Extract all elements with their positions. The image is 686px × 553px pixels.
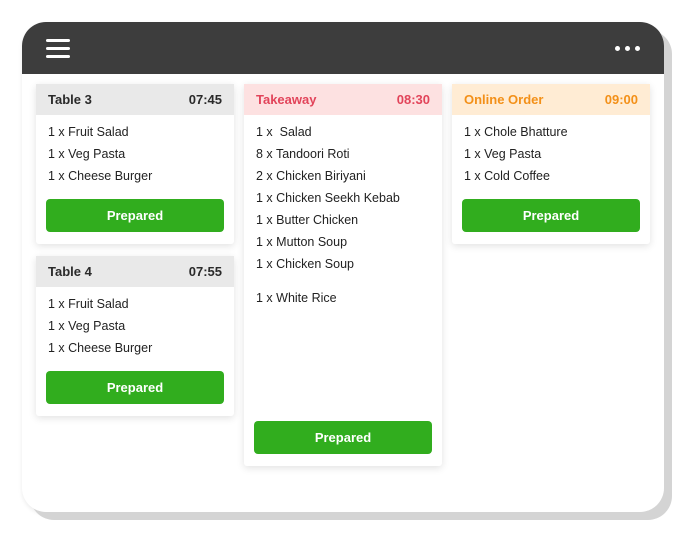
prepared-button[interactable]: Prepared	[254, 421, 432, 454]
column-1: Table 3 07:45 1 x Fruit Salad 1 x Veg Pa…	[36, 84, 234, 416]
list-item: 1 x Chole Bhatture	[464, 125, 638, 139]
list-item: 1 x Fruit Salad	[48, 297, 222, 311]
order-items: 1 x Fruit Salad 1 x Veg Pasta 1 x Cheese…	[36, 115, 234, 191]
prepared-button[interactable]: Prepared	[46, 199, 224, 232]
list-item: 1 x Chicken Soup	[256, 257, 430, 271]
order-card-table4: Table 4 07:55 1 x Fruit Salad 1 x Veg Pa…	[36, 256, 234, 416]
prepared-button[interactable]: Prepared	[462, 199, 640, 232]
order-title: Table 4	[48, 264, 92, 279]
order-items: 1 x Chole Bhatture 1 x Veg Pasta 1 x Col…	[452, 115, 650, 191]
order-title: Takeaway	[256, 92, 316, 107]
column-2: Takeaway 08:30 1 x Salad 8 x Tandoori Ro…	[244, 84, 442, 466]
top-bar	[22, 22, 664, 74]
list-item: 1 x White Rice	[256, 291, 430, 305]
order-card-online: Online Order 09:00 1 x Chole Bhatture 1 …	[452, 84, 650, 244]
list-item: 1 x Veg Pasta	[48, 319, 222, 333]
column-3: Online Order 09:00 1 x Chole Bhatture 1 …	[452, 84, 650, 244]
order-items: 1 x Fruit Salad 1 x Veg Pasta 1 x Cheese…	[36, 287, 234, 363]
list-item: 8 x Tandoori Roti	[256, 147, 430, 161]
order-time: 07:55	[189, 264, 222, 279]
order-title: Table 3	[48, 92, 92, 107]
list-item: 1 x Cheese Burger	[48, 169, 222, 183]
prepared-button[interactable]: Prepared	[46, 371, 224, 404]
orders-board: Table 3 07:45 1 x Fruit Salad 1 x Veg Pa…	[22, 74, 664, 476]
order-time: 07:45	[189, 92, 222, 107]
list-item: 2 x Chicken Biriyani	[256, 169, 430, 183]
list-item: 1 x Butter Chicken	[256, 213, 430, 227]
order-title: Online Order	[464, 92, 543, 107]
order-card-table3: Table 3 07:45 1 x Fruit Salad 1 x Veg Pa…	[36, 84, 234, 244]
list-item: 1 x Mutton Soup	[256, 235, 430, 249]
order-time: 09:00	[605, 92, 638, 107]
order-items: 1 x Salad 8 x Tandoori Roti 2 x Chicken …	[244, 115, 442, 313]
more-icon[interactable]	[615, 46, 640, 51]
menu-icon[interactable]	[46, 39, 70, 58]
list-item: 1 x Cold Coffee	[464, 169, 638, 183]
kds-device: Table 3 07:45 1 x Fruit Salad 1 x Veg Pa…	[22, 22, 664, 512]
list-item: 1 x Cheese Burger	[48, 341, 222, 355]
order-header: Takeaway 08:30	[244, 84, 442, 115]
list-item: 1 x Chicken Seekh Kebab	[256, 191, 430, 205]
list-item: 1 x Veg Pasta	[464, 147, 638, 161]
list-item: 1 x Fruit Salad	[48, 125, 222, 139]
list-item: 1 x Veg Pasta	[48, 147, 222, 161]
order-header: Table 3 07:45	[36, 84, 234, 115]
order-card-takeaway: Takeaway 08:30 1 x Salad 8 x Tandoori Ro…	[244, 84, 442, 466]
order-time: 08:30	[397, 92, 430, 107]
order-header: Online Order 09:00	[452, 84, 650, 115]
order-header: Table 4 07:55	[36, 256, 234, 287]
list-item: 1 x Salad	[256, 125, 430, 139]
